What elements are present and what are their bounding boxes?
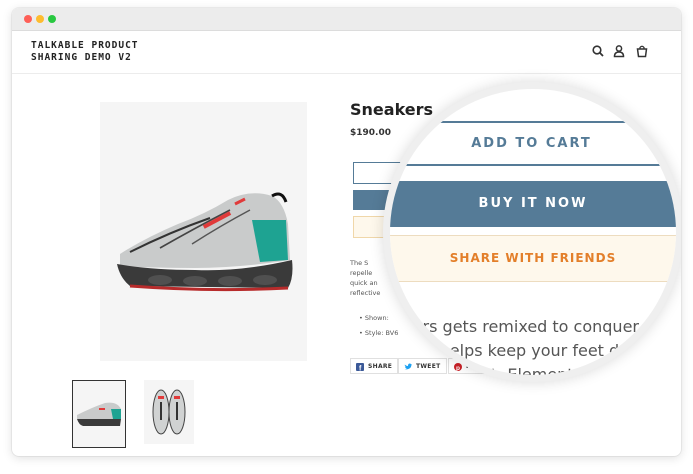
magnified-text-line: ner helps keep your feet d: [408, 341, 620, 360]
product-main-image[interactable]: [100, 102, 307, 361]
magnified-text-line: kers gets remixed to conquer d: [404, 317, 655, 336]
svg-text:f: f: [359, 366, 362, 372]
magnified-text-line: adjust. Element: [448, 365, 574, 382]
search-icon[interactable]: [591, 44, 605, 58]
account-icon[interactable]: [612, 44, 626, 58]
facebook-icon: f: [356, 363, 364, 371]
minimize-window-icon[interactable]: [36, 15, 44, 23]
store-logo[interactable]: TALKABLE PRODUCT SHARING DEMO V2: [31, 40, 191, 64]
sneaker-image: [117, 192, 293, 292]
magnified-content: ADD TO CART BUY IT NOW SHARE WITH FRIEND…: [390, 89, 676, 375]
window-titlebar: [12, 8, 681, 31]
thumbnail-sneaker-top-image: [152, 389, 186, 435]
close-window-icon[interactable]: [24, 15, 32, 23]
buy-it-now-button[interactable]: BUY IT NOW: [390, 181, 676, 227]
add-to-cart-button[interactable]: ADD TO CART: [390, 121, 673, 166]
product-price: $190.00: [350, 128, 391, 138]
bullet-item: • Shown:: [359, 314, 389, 322]
product-thumbnail-1[interactable]: [72, 380, 126, 448]
store-name-line1: TALKABLE PRODUCT: [31, 40, 139, 51]
browser-window: TALKABLE PRODUCT SHARING DEMO V2 Sneaker…: [12, 8, 681, 456]
maximize-window-icon[interactable]: [48, 15, 56, 23]
cart-icon[interactable]: [635, 44, 649, 58]
bullet-text: Shown:: [364, 314, 389, 322]
site-header: TALKABLE PRODUCT SHARING DEMO V2: [12, 31, 681, 74]
product-thumbnail-2[interactable]: [144, 380, 194, 444]
thumbnail-sneaker-side-image: [77, 402, 121, 426]
magnifier-lens: ADD TO CART BUY IT NOW SHARE WITH FRIEND…: [383, 82, 681, 382]
facebook-share-label: SHARE: [368, 363, 393, 370]
magnified-description: kers gets remixed to conquer d ner helps…: [404, 315, 655, 382]
store-name-line2: SHARING DEMO V2: [31, 52, 132, 63]
share-with-friends-button[interactable]: SHARE WITH FRIENDS: [390, 235, 676, 282]
